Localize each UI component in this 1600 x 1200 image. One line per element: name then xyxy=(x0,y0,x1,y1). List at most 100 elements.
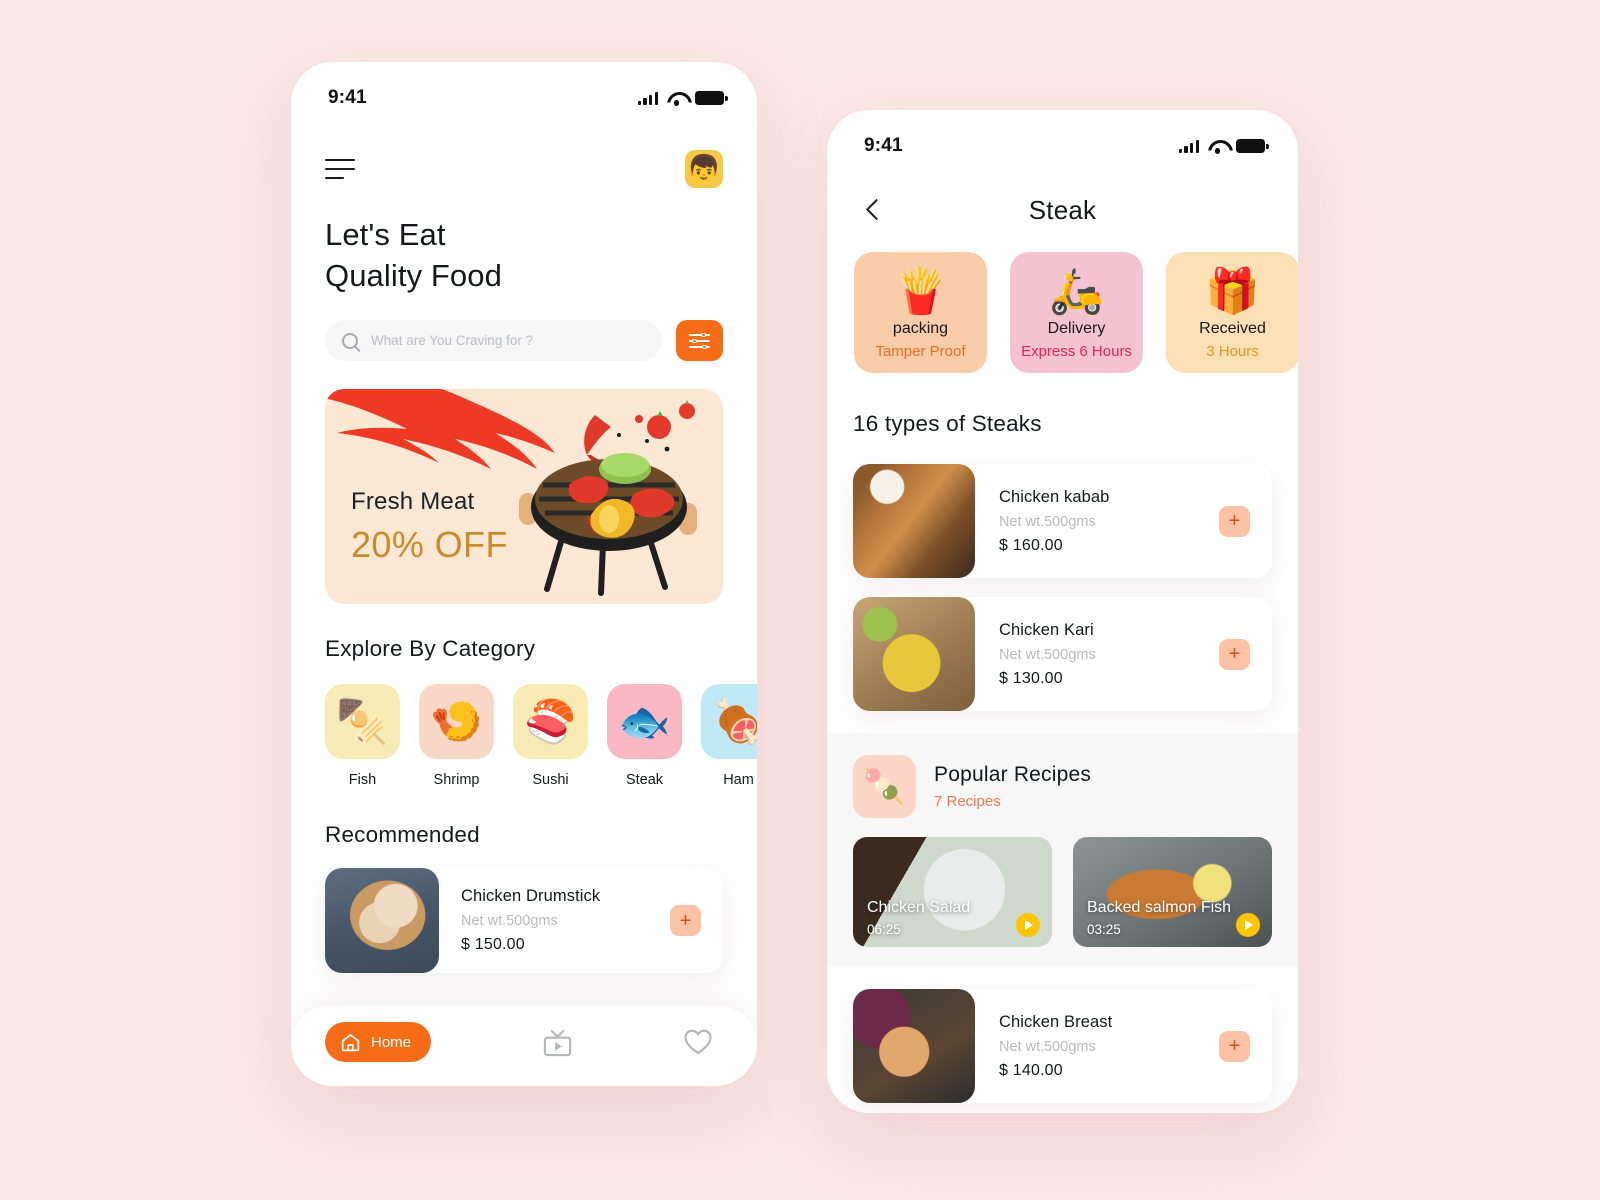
product-price: $ 150.00 xyxy=(461,936,525,954)
ham-icon: 🍖 xyxy=(701,684,757,760)
filter-sliders-icon xyxy=(689,332,710,350)
kebab-skewer-icon: 🍡 xyxy=(853,755,916,818)
page-title: Steak xyxy=(1028,194,1097,225)
popular-recipes-title: Popular Recipes xyxy=(934,763,1092,786)
recipe-name: Chicken Salad xyxy=(867,899,971,916)
add-to-cart-button[interactable]: + xyxy=(670,905,701,937)
page-title: Let's Eat Quality Food xyxy=(291,188,757,296)
recipe-card-chicken-salad[interactable]: Chicken Salad 06:25 xyxy=(853,837,1052,947)
category-label: Steak xyxy=(625,772,664,789)
scooter-delivery-icon: 🛵 xyxy=(1049,267,1104,316)
product-info: Chicken Kari Net wt.500gms $ 130.00 xyxy=(975,621,1219,688)
popular-recipes-section: 🍡 Popular Recipes 7 Recipes Chicken Sala… xyxy=(827,733,1298,967)
filter-button[interactable] xyxy=(676,320,723,362)
popular-recipes-count: 7 Recipes xyxy=(934,793,1001,810)
play-icon[interactable] xyxy=(1016,913,1040,937)
product-info: Chicken kabab Net wt.500gms $ 160.00 xyxy=(975,488,1219,555)
chip-delivery[interactable]: 🛵 Delivery Express 6 Hours xyxy=(1010,252,1143,373)
promo-title: Fresh Meat xyxy=(351,488,475,516)
product-card-chicken-drumstick[interactable]: Chicken Drumstick Net wt.500gms $ 150.00… xyxy=(325,868,723,974)
order-status-chips: 🍟 packing Tamper Proof 🛵 Delivery Expres… xyxy=(827,224,1298,373)
status-bar-home: 9:41 xyxy=(291,62,757,120)
recipe-card-list: Chicken Salad 06:25 Backed salmon Fish 0… xyxy=(853,837,1272,947)
product-price: $ 160.00 xyxy=(999,536,1063,554)
promo-discount: 20% OFF xyxy=(351,524,508,566)
category-label: Sushi xyxy=(532,772,569,789)
gift-received-icon: 🎁 xyxy=(1205,267,1260,316)
steak-list-title: 16 types of Steaks xyxy=(853,411,1042,436)
play-icon[interactable] xyxy=(1236,913,1260,937)
nav-home-button[interactable]: Home xyxy=(325,1022,432,1062)
category-item-sushi[interactable]: 🍣 Sushi xyxy=(513,684,588,788)
popular-recipes-header[interactable]: 🍡 Popular Recipes 7 Recipes xyxy=(853,755,1272,818)
grill-illustration xyxy=(519,400,697,597)
product-image xyxy=(853,464,975,578)
status-icons xyxy=(1178,139,1269,154)
steak-header: Steak xyxy=(827,168,1298,225)
category-item-shrimp[interactable]: 🍤 Shrimp xyxy=(419,684,494,788)
category-list: 🍢 Fish 🍤 Shrimp 🍣 Sushi 🐟 Steak 🍖 Ham xyxy=(291,662,757,788)
product-weight: Net wt.500gms xyxy=(999,646,1096,663)
search-input[interactable] xyxy=(371,333,645,349)
category-item-ham[interactable]: 🍖 Ham xyxy=(701,684,757,788)
category-label: Ham xyxy=(723,772,754,789)
category-label: Fish xyxy=(348,772,377,789)
product-image xyxy=(853,597,975,711)
steak-icon: 🐟 xyxy=(607,684,682,760)
fries-packing-icon: 🍟 xyxy=(893,267,948,316)
product-image xyxy=(325,868,439,974)
category-item-fish[interactable]: 🍢 Fish xyxy=(325,684,400,788)
product-info: Chicken Breast Net wt.500gms $ 140.00 xyxy=(975,1013,1219,1080)
promo-banner[interactable]: Fresh Meat 20% OFF xyxy=(325,389,723,605)
search-box[interactable] xyxy=(325,320,662,362)
battery-icon xyxy=(695,91,728,105)
chip-title: Received xyxy=(1199,320,1266,337)
product-card-chicken-kabab[interactable]: Chicken kabab Net wt.500gms $ 160.00 + xyxy=(853,464,1272,578)
heart-icon[interactable] xyxy=(683,1028,713,1056)
add-to-cart-button[interactable]: + xyxy=(1219,638,1250,670)
chip-title: packing xyxy=(892,320,949,337)
add-to-cart-button[interactable]: + xyxy=(1219,1030,1250,1062)
tv-video-icon[interactable] xyxy=(541,1027,574,1058)
nav-home-label: Home xyxy=(371,1033,412,1051)
home-header: 👦 xyxy=(291,120,757,188)
recipe-card-backed-salmon-fish[interactable]: Backed salmon Fish 03:25 xyxy=(1073,837,1272,947)
bottom-navigation: Home xyxy=(291,1006,757,1086)
hamburger-menu-icon[interactable] xyxy=(325,158,355,180)
status-time: 9:41 xyxy=(328,87,367,108)
recipe-name: Backed salmon Fish xyxy=(1087,899,1232,916)
recommended-section-title: Recommended xyxy=(325,822,480,848)
promo-text: Fresh Meat 20% OFF xyxy=(351,488,508,566)
product-weight: Net wt.500gms xyxy=(999,513,1096,530)
status-bar-steak: 9:41 xyxy=(827,110,1298,168)
battery-icon xyxy=(1236,139,1269,153)
chip-title: Delivery xyxy=(1047,320,1106,337)
chip-received[interactable]: 🎁 Received 3 Hours xyxy=(1166,252,1298,373)
signal-icon xyxy=(637,91,658,105)
category-section-title: Explore By Category xyxy=(325,636,536,662)
product-weight: Net wt.500gms xyxy=(461,913,558,930)
product-card-chicken-kari[interactable]: Chicken Kari Net wt.500gms $ 130.00 + xyxy=(853,597,1272,711)
phone-home-screen: 9:41 👦 Let's Eat Quality Food What are Y… xyxy=(291,62,757,1086)
product-card-chicken-breast[interactable]: Chicken Breast Net wt.500gms $ 140.00 + xyxy=(853,989,1272,1103)
recipe-duration: 06:25 xyxy=(867,922,901,937)
avatar[interactable]: 👦 xyxy=(685,150,723,188)
search-row xyxy=(291,296,757,362)
add-to-cart-button[interactable]: + xyxy=(1219,505,1250,537)
fish-icon: 🍢 xyxy=(325,684,400,760)
popular-recipes-text: Popular Recipes 7 Recipes xyxy=(934,763,1091,810)
product-name: Chicken Breast xyxy=(999,1012,1113,1031)
chip-packing[interactable]: 🍟 packing Tamper Proof xyxy=(854,252,987,373)
steak-product-list: Chicken kabab Net wt.500gms $ 160.00 + C… xyxy=(827,437,1298,711)
product-price: $ 140.00 xyxy=(999,1061,1063,1079)
wifi-icon xyxy=(667,91,686,106)
wifi-icon xyxy=(1208,139,1227,154)
status-icons xyxy=(637,91,728,106)
status-time: 9:41 xyxy=(864,135,903,156)
product-image xyxy=(853,989,975,1103)
back-button[interactable] xyxy=(861,196,889,224)
category-item-steak[interactable]: 🐟 Steak xyxy=(607,684,682,788)
shrimp-icon: 🍤 xyxy=(419,684,494,760)
product-name: Chicken Kari xyxy=(999,620,1094,639)
product-price: $ 130.00 xyxy=(999,669,1063,687)
